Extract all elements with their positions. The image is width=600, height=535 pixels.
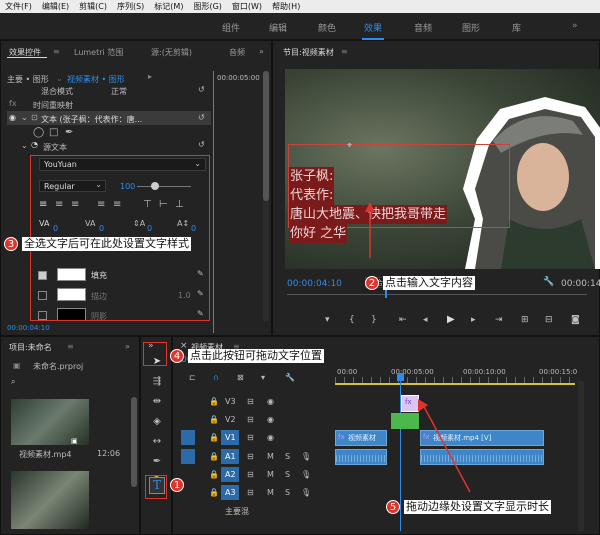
annotation-style-settings: 全选文字后可在此处设置文字样式 bbox=[22, 237, 191, 251]
annotation-badge: 1 bbox=[170, 478, 184, 492]
annotation-drag-position: 点击此按钮可拖动文字位置 bbox=[188, 349, 324, 363]
annotation-enter-text: 点击输入文字内容 bbox=[383, 276, 475, 290]
annotation-badge: 4 bbox=[170, 349, 184, 363]
annotation-badge: 2 bbox=[365, 276, 379, 290]
annotation-badge: 5 bbox=[386, 500, 400, 514]
annotation-drag-duration: 拖动边缘处设置文字显示时长 bbox=[404, 500, 551, 514]
annotation-badge: 3 bbox=[4, 237, 18, 251]
annotation-arrows bbox=[365, 202, 471, 493]
